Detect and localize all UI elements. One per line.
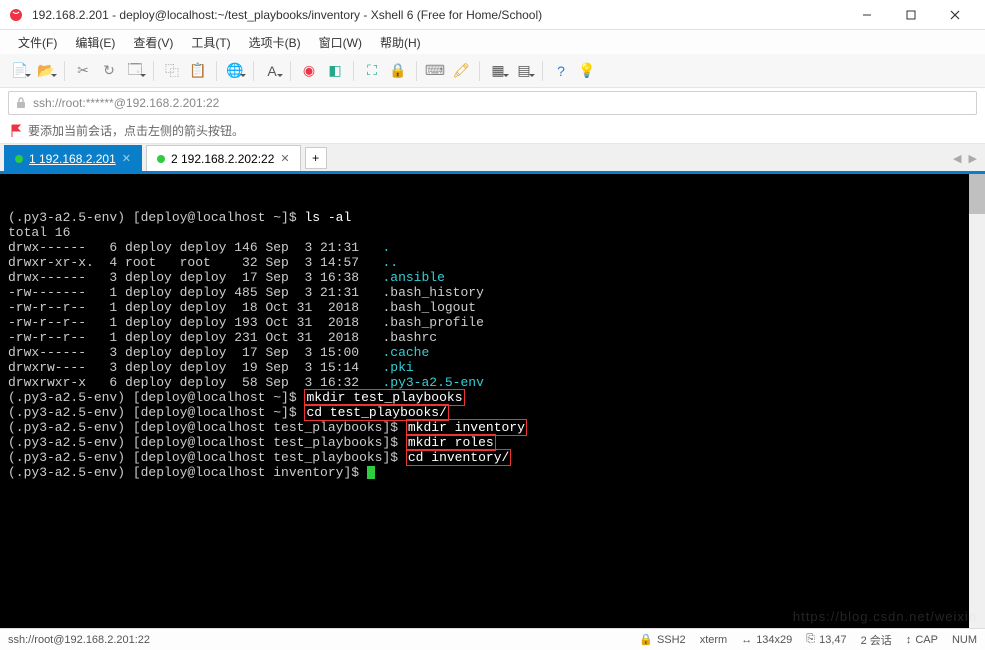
app-icon[interactable]: ◉ [297, 59, 321, 83]
help-icon[interactable]: ? [549, 59, 573, 83]
address-input[interactable]: ssh://root:******@192.168.2.201:22 [8, 91, 977, 115]
toolbar-separator [416, 61, 417, 81]
terminal-line: (.py3-a2.5-env) [deploy@localhost test_p… [8, 420, 977, 435]
font-icon[interactable]: A [260, 59, 284, 83]
terminal-line: (.py3-a2.5-env) [deploy@localhost ~]$ cd… [8, 405, 977, 420]
size-icon: ↔ [741, 634, 752, 646]
terminal[interactable]: (.py3-a2.5-env) [deploy@localhost ~]$ ls… [0, 174, 985, 628]
toolbar-separator [153, 61, 154, 81]
session-tab[interactable]: 2 192.168.2.202:22 ✕ [146, 145, 301, 171]
copy-icon[interactable]: ⿻ [160, 59, 184, 83]
toolbar-separator [542, 61, 543, 81]
terminal-line: (.py3-a2.5-env) [deploy@localhost ~]$ ls… [8, 210, 977, 225]
toolbar-separator [353, 61, 354, 81]
status-termtype: xterm [700, 634, 728, 646]
app-logo-icon [8, 7, 24, 23]
terminal-scrollbar[interactable] [969, 174, 985, 628]
terminal-line: (.py3-a2.5-env) [deploy@localhost invent… [8, 465, 977, 480]
toolbar-separator [216, 61, 217, 81]
tile-icon[interactable]: ▤ [512, 59, 536, 83]
status-sessions: 2 会话 [861, 632, 892, 648]
titlebar: 192.168.2.201 - deploy@localhost:~/test_… [0, 0, 985, 30]
terminal-line: total 16 [8, 225, 977, 240]
status-connection: ssh://root@192.168.2.201:22 [8, 634, 625, 646]
toolbar-separator [479, 61, 480, 81]
status-cap: CAP [915, 634, 938, 646]
toolbar: 📄📂 ✂↻🗔 ⿻📋 🌐 A ◉◧ ⛶🔒 ⌨🖍 ▦▤?💡 [0, 54, 985, 88]
terminal-line: -rw-r--r-- 1 deploy deploy 231 Oct 31 20… [8, 330, 977, 345]
new-tab-button[interactable]: + [305, 147, 327, 169]
terminal-line: drwxr-xr-x. 4 root root 32 Sep 3 14:57 .… [8, 255, 977, 270]
address-bar: ssh://root:******@192.168.2.201:22 [0, 88, 985, 118]
globe-icon[interactable]: 🌐 [223, 59, 247, 83]
menu-item[interactable]: 窗口(W) [311, 31, 370, 54]
reconnect-icon[interactable]: ↻ [97, 59, 121, 83]
terminal-line: (.py3-a2.5-env) [deploy@localhost test_p… [8, 450, 977, 465]
new-session-icon[interactable]: 📄 [8, 59, 32, 83]
terminal-line: (.py3-a2.5-env) [deploy@localhost ~]$ mk… [8, 390, 977, 405]
lock-icon[interactable]: 🔒 [386, 59, 410, 83]
terminal-line: drwx------ 3 deploy deploy 17 Sep 3 16:3… [8, 270, 977, 285]
hint-text: 要添加当前会话，点击左侧的箭头按钮。 [28, 122, 244, 139]
paste-icon[interactable]: 📋 [186, 59, 210, 83]
address-text: ssh://root:******@192.168.2.201:22 [33, 96, 219, 110]
toolbar-separator [290, 61, 291, 81]
close-button[interactable] [933, 1, 977, 29]
tab-nav-arrows[interactable]: ◀ ▶ [953, 152, 979, 165]
terminal-line: drwx------ 3 deploy deploy 17 Sep 3 15:0… [8, 345, 977, 360]
terminal-line: drwx------ 6 deploy deploy 146 Sep 3 21:… [8, 240, 977, 255]
watermark: https://blog.csdn.net/weixin [793, 609, 977, 624]
status-cursor-pos: 13,47 [819, 634, 847, 646]
tab-close-icon[interactable]: ✕ [280, 152, 289, 165]
window-title: 192.168.2.201 - deploy@localhost:~/test_… [32, 8, 845, 22]
open-folder-icon[interactable]: 📂 [34, 59, 58, 83]
menu-item[interactable]: 工具(T) [183, 31, 238, 54]
pos-icon: ⎘ [806, 633, 815, 646]
hint-bar: 要添加当前会话，点击左侧的箭头按钮。 [0, 118, 985, 144]
xftp-icon[interactable]: ◧ [323, 59, 347, 83]
layout-icon[interactable]: ▦ [486, 59, 510, 83]
terminal-line: drwxrwxr-x 6 deploy deploy 58 Sep 3 16:3… [8, 375, 977, 390]
properties-icon[interactable]: 🗔 [123, 59, 147, 83]
tab-close-icon[interactable]: ✕ [122, 152, 131, 165]
terminal-line: -rw-r--r-- 1 deploy deploy 193 Oct 31 20… [8, 315, 977, 330]
tab-bar: 1 192.168.2.201 ✕ 2 192.168.2.202:22 ✕ + ◀ ▶ [0, 144, 985, 174]
session-tab[interactable]: 1 192.168.2.201 ✕ [4, 145, 142, 171]
menu-item[interactable]: 选项卡(B) [241, 31, 309, 54]
menu-item[interactable]: 编辑(E) [67, 31, 123, 54]
terminal-line: drwxrw---- 3 deploy deploy 19 Sep 3 15:1… [8, 360, 977, 375]
status-size: 134x29 [756, 634, 792, 646]
tab-label: 1 192.168.2.201 [29, 152, 116, 166]
status-dot-icon [15, 155, 23, 163]
caps-icon: ↕ [906, 634, 912, 646]
terminal-line: (.py3-a2.5-env) [deploy@localhost test_p… [8, 435, 977, 450]
keyboard-icon[interactable]: ⌨ [423, 59, 447, 83]
fullscreen-icon[interactable]: ⛶ [360, 59, 384, 83]
status-dot-icon [157, 155, 165, 163]
status-protocol: SSH2 [657, 634, 686, 646]
terminal-line: -rw------- 1 deploy deploy 485 Sep 3 21:… [8, 285, 977, 300]
menu-item[interactable]: 帮助(H) [372, 31, 429, 54]
terminal-cursor [367, 466, 375, 479]
menubar: 文件(F)编辑(E)查看(V)工具(T)选项卡(B)窗口(W)帮助(H) [0, 30, 985, 54]
status-bar: ssh://root@192.168.2.201:22 🔒SSH2 xterm … [0, 628, 985, 650]
cut-icon[interactable]: ✂ [71, 59, 95, 83]
scroll-thumb[interactable] [969, 174, 985, 214]
highlight-icon[interactable]: 🖍 [449, 59, 473, 83]
status-num: NUM [952, 634, 977, 646]
minimize-button[interactable] [845, 1, 889, 29]
toolbar-separator [64, 61, 65, 81]
maximize-button[interactable] [889, 1, 933, 29]
toolbar-separator [253, 61, 254, 81]
tab-label: 2 192.168.2.202:22 [171, 152, 274, 166]
menu-item[interactable]: 查看(V) [125, 31, 181, 54]
menu-item[interactable]: 文件(F) [10, 31, 65, 54]
terminal-line: -rw-r--r-- 1 deploy deploy 18 Oct 31 201… [8, 300, 977, 315]
flag-icon [10, 124, 22, 138]
lock-icon [15, 96, 27, 110]
ssh-lock-icon: 🔒 [639, 633, 653, 646]
lightbulb-icon[interactable]: 💡 [575, 59, 599, 83]
